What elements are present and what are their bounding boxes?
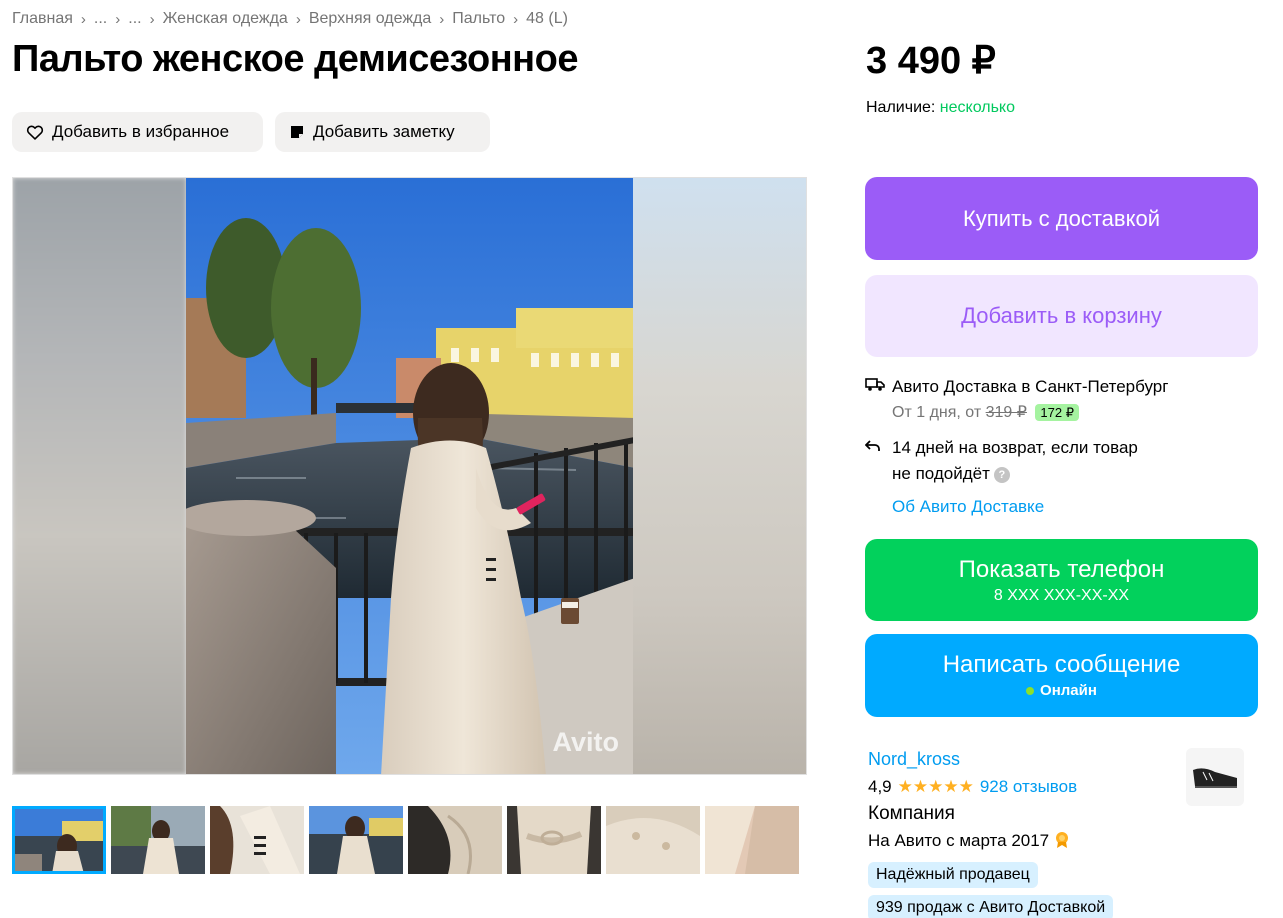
note-icon — [291, 126, 303, 138]
show-phone-label: Показать телефон — [958, 555, 1165, 583]
masked-phone: 8 XXX XXX-XX-XX — [993, 586, 1130, 604]
next-photo-preview[interactable] — [633, 178, 806, 774]
delivery-sales-label: 939 продаж с Авито Доставкой — [876, 899, 1106, 916]
return-line-1: 14 дней на возврат, если товар — [892, 438, 1138, 457]
thumbnail-5[interactable] — [408, 806, 502, 874]
seller-rating-value: 4,9 — [868, 777, 892, 796]
seller-name[interactable]: Nord_kross — [868, 749, 960, 769]
seller-since: На Авито с марта 2017 — [868, 831, 1077, 851]
buy-with-delivery-label: Купить с доставкой — [962, 205, 1160, 231]
chevron-right-icon: › — [439, 10, 445, 28]
reliable-seller-badge[interactable]: Надёжный продавец — [868, 862, 1038, 888]
add-note-label: Добавить заметку — [313, 122, 455, 141]
delivery-sales-badge[interactable]: 939 продаж с Авито Доставкой — [868, 895, 1114, 918]
availability-label: Наличие: — [866, 99, 936, 116]
add-to-cart-button[interactable]: Добавить в корзину — [865, 275, 1258, 357]
thumbnail-1[interactable] — [12, 806, 106, 874]
main-photo[interactable]: Avito — [186, 178, 635, 774]
chevron-right-icon: › — [115, 10, 121, 28]
return-line-2: не подойдёт — [892, 464, 990, 483]
availability-value: несколько — [939, 99, 1016, 116]
delivery-discount-price: 172 ₽ — [1035, 404, 1079, 421]
show-phone-button[interactable]: Показать телефон 8 XXX XXX-XX-XX — [865, 539, 1258, 621]
chevron-right-icon: › — [513, 10, 519, 28]
medal-icon — [1055, 832, 1068, 848]
seller-type: Компания — [868, 803, 955, 824]
photo-gallery[interactable]: Avito — [12, 177, 807, 775]
listing-page: Главная › ... › ... › Женская одежда › В… — [0, 0, 1283, 918]
price: 3 490 ₽ — [866, 40, 996, 82]
return-arrow-icon — [864, 435, 892, 461]
return-policy: 14 дней на возврат, если товар не подойд… — [864, 435, 1138, 487]
availability: Наличие: несколько — [866, 99, 1015, 117]
star-rating-icon: ★★★★★ — [897, 777, 974, 796]
chevron-right-icon: › — [149, 10, 155, 28]
delivery-terms: От 1 дня, от 319 ₽ 172 ₽ — [865, 400, 1168, 426]
chevron-right-icon: › — [295, 10, 301, 28]
seller-rating: 4,9 ★★★★★ 928 отзывов — [868, 777, 1077, 797]
breadcrumb-coats[interactable]: Пальто — [452, 10, 505, 28]
breadcrumb-womens-clothing[interactable]: Женская одежда — [163, 10, 288, 28]
add-note-button[interactable]: Добавить заметку — [275, 112, 490, 152]
chevron-right-icon: › — [80, 10, 86, 28]
thumbnail-6[interactable] — [507, 806, 601, 874]
breadcrumb-collapsed-2[interactable]: ... — [128, 10, 141, 28]
online-status: Онлайн — [1026, 682, 1097, 700]
seller-since-text: На Авито с марта 2017 — [868, 831, 1050, 850]
write-message-label: Написать сообщение — [942, 651, 1181, 678]
thumbnail-7[interactable] — [606, 806, 700, 874]
breadcrumb: Главная › ... › ... › Женская одежда › В… — [12, 10, 568, 28]
thumbnail-strip — [12, 806, 799, 874]
main-photo-image — [186, 178, 635, 774]
heart-icon — [26, 125, 44, 140]
seller-reviews-link[interactable]: 928 отзывов — [980, 777, 1077, 797]
breadcrumb-home[interactable]: Главная — [12, 10, 73, 28]
seller-logo[interactable] — [1186, 748, 1244, 806]
breadcrumb-outerwear[interactable]: Верхняя одежда — [309, 10, 431, 28]
seller-card: Nord_kross 4,9 ★★★★★ 928 отзывов Компани… — [868, 749, 1077, 851]
question-icon[interactable]: ? — [993, 466, 1010, 483]
breadcrumb-size[interactable]: 48 (L) — [526, 10, 568, 28]
breadcrumb-collapsed-1[interactable]: ... — [94, 10, 107, 28]
thumbnail-3[interactable] — [210, 806, 304, 874]
online-dot-icon — [1026, 686, 1035, 695]
thumbnail-4[interactable] — [309, 806, 403, 874]
thumbnail-8[interactable] — [705, 806, 799, 874]
buy-with-delivery-button[interactable]: Купить с доставкой — [865, 177, 1258, 260]
previous-photo-preview[interactable] — [13, 178, 186, 774]
add-to-favorites-label: Добавить в избранное — [52, 122, 230, 141]
online-status-label: Онлайн — [1040, 682, 1097, 699]
delivery-old-price: 319 ₽ — [985, 404, 1027, 421]
delivery-title: Авито Доставка в Санкт-Петербург — [892, 377, 1169, 396]
delivery-term-prefix: От 1 дня, от — [892, 404, 982, 421]
write-message-button[interactable]: Написать сообщение Онлайн — [865, 634, 1258, 717]
about-avito-delivery-link[interactable]: Об Авито Доставке — [892, 497, 1044, 517]
add-to-cart-label: Добавить в корзину — [961, 303, 1162, 328]
thumbnail-2[interactable] — [111, 806, 205, 874]
page-title: Пальто женское демисезонное — [12, 38, 578, 80]
reliable-seller-label: Надёжный продавец — [876, 866, 1030, 883]
add-to-favorites-button[interactable]: Добавить в избранное — [12, 112, 263, 152]
delivery-info: Авито Доставка в Санкт-Петербург От 1 дн… — [865, 374, 1168, 426]
avito-watermark: Avito — [552, 727, 620, 757]
truck-icon — [865, 374, 892, 400]
